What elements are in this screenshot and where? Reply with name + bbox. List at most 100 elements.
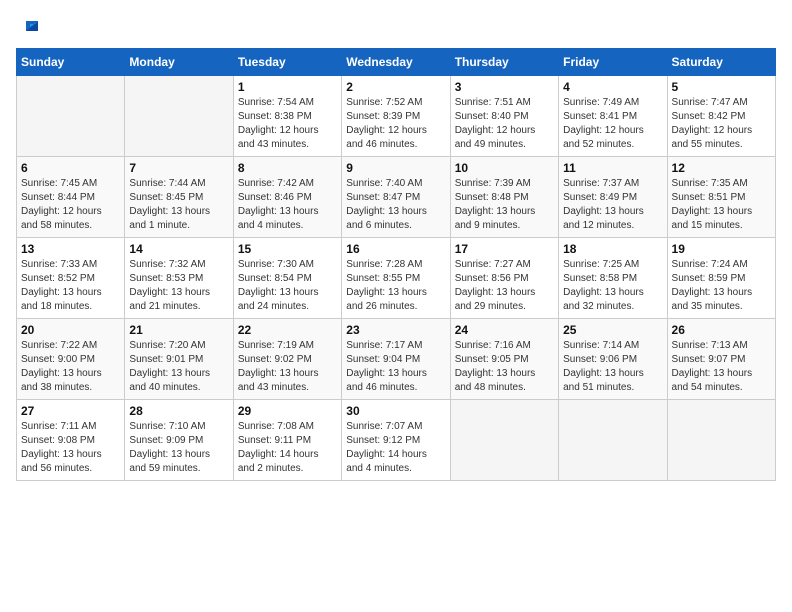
day-number: 14 <box>129 242 228 256</box>
calendar-cell <box>667 400 775 481</box>
day-info: Sunrise: 7:20 AM Sunset: 9:01 PM Dayligh… <box>129 339 228 395</box>
day-info: Sunrise: 7:17 AM Sunset: 9:04 PM Dayligh… <box>346 339 445 395</box>
day-info: Sunrise: 7:32 AM Sunset: 8:53 PM Dayligh… <box>129 258 228 314</box>
day-info: Sunrise: 7:42 AM Sunset: 8:46 PM Dayligh… <box>238 177 337 233</box>
calendar-cell <box>559 400 667 481</box>
day-info: Sunrise: 7:28 AM Sunset: 8:55 PM Dayligh… <box>346 258 445 314</box>
day-info: Sunrise: 7:33 AM Sunset: 8:52 PM Dayligh… <box>21 258 120 314</box>
day-info: Sunrise: 7:52 AM Sunset: 8:39 PM Dayligh… <box>346 96 445 152</box>
calendar-cell: 15 Sunrise: 7:30 AM Sunset: 8:54 PM Dayli… <box>233 238 341 319</box>
day-number: 25 <box>563 323 662 337</box>
day-info: Sunrise: 7:30 AM Sunset: 8:54 PM Dayligh… <box>238 258 337 314</box>
weekday-header-monday: Monday <box>125 49 233 76</box>
calendar-cell: 25 Sunrise: 7:14 AM Sunset: 9:06 PM Dayli… <box>559 319 667 400</box>
weekday-header-saturday: Saturday <box>667 49 775 76</box>
calendar-cell: 7Sunrise: 7:44 AM Sunset: 8:45 PM Daylig… <box>125 157 233 238</box>
day-number: 26 <box>672 323 771 337</box>
calendar-cell: 11 Sunrise: 7:37 AM Sunset: 8:49 PM Dayli… <box>559 157 667 238</box>
day-number: 28 <box>129 404 228 418</box>
weekday-header-sunday: Sunday <box>17 49 125 76</box>
calendar-cell: 23 Sunrise: 7:17 AM Sunset: 9:04 PM Dayli… <box>342 319 450 400</box>
calendar-cell: 10 Sunrise: 7:39 AM Sunset: 8:48 PM Dayli… <box>450 157 558 238</box>
day-number: 24 <box>455 323 554 337</box>
day-info: Sunrise: 7:49 AM Sunset: 8:41 PM Dayligh… <box>563 96 662 152</box>
day-number: 13 <box>21 242 120 256</box>
day-info: Sunrise: 7:22 AM Sunset: 9:00 PM Dayligh… <box>21 339 120 395</box>
logo <box>16 16 40 36</box>
day-info: Sunrise: 7:37 AM Sunset: 8:49 PM Dayligh… <box>563 177 662 233</box>
calendar-cell: 26 Sunrise: 7:13 AM Sunset: 9:07 PM Dayli… <box>667 319 775 400</box>
calendar-cell: 3 Sunrise: 7:51 AM Sunset: 8:40 PM Daylig… <box>450 76 558 157</box>
day-info: Sunrise: 7:25 AM Sunset: 8:58 PM Dayligh… <box>563 258 662 314</box>
day-number: 15 <box>238 242 337 256</box>
day-number: 29 <box>238 404 337 418</box>
day-number: 11 <box>563 161 662 175</box>
calendar-cell: 14 Sunrise: 7:32 AM Sunset: 8:53 PM Dayli… <box>125 238 233 319</box>
calendar-cell: 28 Sunrise: 7:10 AM Sunset: 9:09 PM Dayli… <box>125 400 233 481</box>
day-number: 21 <box>129 323 228 337</box>
calendar-cell: 24 Sunrise: 7:16 AM Sunset: 9:05 PM Dayli… <box>450 319 558 400</box>
day-info: Sunrise: 7:39 AM Sunset: 8:48 PM Dayligh… <box>455 177 554 233</box>
day-info: Sunrise: 7:40 AM Sunset: 8:47 PM Dayligh… <box>346 177 445 233</box>
day-info: Sunrise: 7:13 AM Sunset: 9:07 PM Dayligh… <box>672 339 771 395</box>
day-info: Sunrise: 7:19 AM Sunset: 9:02 PM Dayligh… <box>238 339 337 395</box>
calendar-cell: 4 Sunrise: 7:49 AM Sunset: 8:41 PM Daylig… <box>559 76 667 157</box>
day-number: 5 <box>672 80 771 94</box>
day-number: 30 <box>346 404 445 418</box>
weekday-header-wednesday: Wednesday <box>342 49 450 76</box>
calendar-cell <box>17 76 125 157</box>
day-number: 9 <box>346 161 445 175</box>
day-number: 27 <box>21 404 120 418</box>
calendar-cell: 2 Sunrise: 7:52 AM Sunset: 8:39 PM Daylig… <box>342 76 450 157</box>
day-number: 3 <box>455 80 554 94</box>
day-info: Sunrise: 7:14 AM Sunset: 9:06 PM Dayligh… <box>563 339 662 395</box>
day-info: Sunrise: 7:54 AM Sunset: 8:38 PM Dayligh… <box>238 96 337 152</box>
day-number: 7 <box>129 161 228 175</box>
day-info: Sunrise: 7:24 AM Sunset: 8:59 PM Dayligh… <box>672 258 771 314</box>
calendar-cell: 27 Sunrise: 7:11 AM Sunset: 9:08 PM Dayli… <box>17 400 125 481</box>
calendar-cell: 12 Sunrise: 7:35 AM Sunset: 8:51 PM Dayli… <box>667 157 775 238</box>
calendar-cell: 1 Sunrise: 7:54 AM Sunset: 8:38 PM Daylig… <box>233 76 341 157</box>
day-info: Sunrise: 7:35 AM Sunset: 8:51 PM Dayligh… <box>672 177 771 233</box>
day-info: Sunrise: 7:11 AM Sunset: 9:08 PM Dayligh… <box>21 420 120 476</box>
calendar-cell: 20 Sunrise: 7:22 AM Sunset: 9:00 PM Dayli… <box>17 319 125 400</box>
day-number: 12 <box>672 161 771 175</box>
day-number: 20 <box>21 323 120 337</box>
day-number: 2 <box>346 80 445 94</box>
day-number: 4 <box>563 80 662 94</box>
day-info: Sunrise: 7:51 AM Sunset: 8:40 PM Dayligh… <box>455 96 554 152</box>
day-info: Sunrise: 7:10 AM Sunset: 9:09 PM Dayligh… <box>129 420 228 476</box>
calendar-cell: 9 Sunrise: 7:40 AM Sunset: 8:47 PM Daylig… <box>342 157 450 238</box>
day-info: Sunrise: 7:45 AM Sunset: 8:44 PM Dayligh… <box>21 177 120 233</box>
calendar-cell: 17Sunrise: 7:27 AM Sunset: 8:56 PM Dayli… <box>450 238 558 319</box>
calendar-cell <box>125 76 233 157</box>
day-info: Sunrise: 7:16 AM Sunset: 9:05 PM Dayligh… <box>455 339 554 395</box>
weekday-header-friday: Friday <box>559 49 667 76</box>
weekday-header-thursday: Thursday <box>450 49 558 76</box>
day-number: 23 <box>346 323 445 337</box>
calendar-cell: 5 Sunrise: 7:47 AM Sunset: 8:42 PM Daylig… <box>667 76 775 157</box>
day-number: 10 <box>455 161 554 175</box>
calendar-cell: 19 Sunrise: 7:24 AM Sunset: 8:59 PM Dayli… <box>667 238 775 319</box>
day-number: 18 <box>563 242 662 256</box>
logo-icon <box>16 16 40 40</box>
day-info: Sunrise: 7:08 AM Sunset: 9:11 PM Dayligh… <box>238 420 337 476</box>
day-number: 6 <box>21 161 120 175</box>
calendar-cell: 8 Sunrise: 7:42 AM Sunset: 8:46 PM Daylig… <box>233 157 341 238</box>
page-header <box>16 16 776 36</box>
day-info: Sunrise: 7:07 AM Sunset: 9:12 PM Dayligh… <box>346 420 445 476</box>
weekday-header-tuesday: Tuesday <box>233 49 341 76</box>
calendar-cell: 6 Sunrise: 7:45 AM Sunset: 8:44 PM Daylig… <box>17 157 125 238</box>
day-number: 1 <box>238 80 337 94</box>
calendar-cell: 13 Sunrise: 7:33 AM Sunset: 8:52 PM Dayli… <box>17 238 125 319</box>
calendar-cell <box>450 400 558 481</box>
day-number: 17 <box>455 242 554 256</box>
calendar-cell: 22Sunrise: 7:19 AM Sunset: 9:02 PM Dayli… <box>233 319 341 400</box>
day-number: 8 <box>238 161 337 175</box>
calendar-cell: 30 Sunrise: 7:07 AM Sunset: 9:12 PM Dayli… <box>342 400 450 481</box>
calendar-cell: 16 Sunrise: 7:28 AM Sunset: 8:55 PM Dayli… <box>342 238 450 319</box>
day-number: 19 <box>672 242 771 256</box>
calendar-table: SundayMondayTuesdayWednesdayThursdayFrid… <box>16 48 776 481</box>
day-info: Sunrise: 7:47 AM Sunset: 8:42 PM Dayligh… <box>672 96 771 152</box>
day-number: 16 <box>346 242 445 256</box>
